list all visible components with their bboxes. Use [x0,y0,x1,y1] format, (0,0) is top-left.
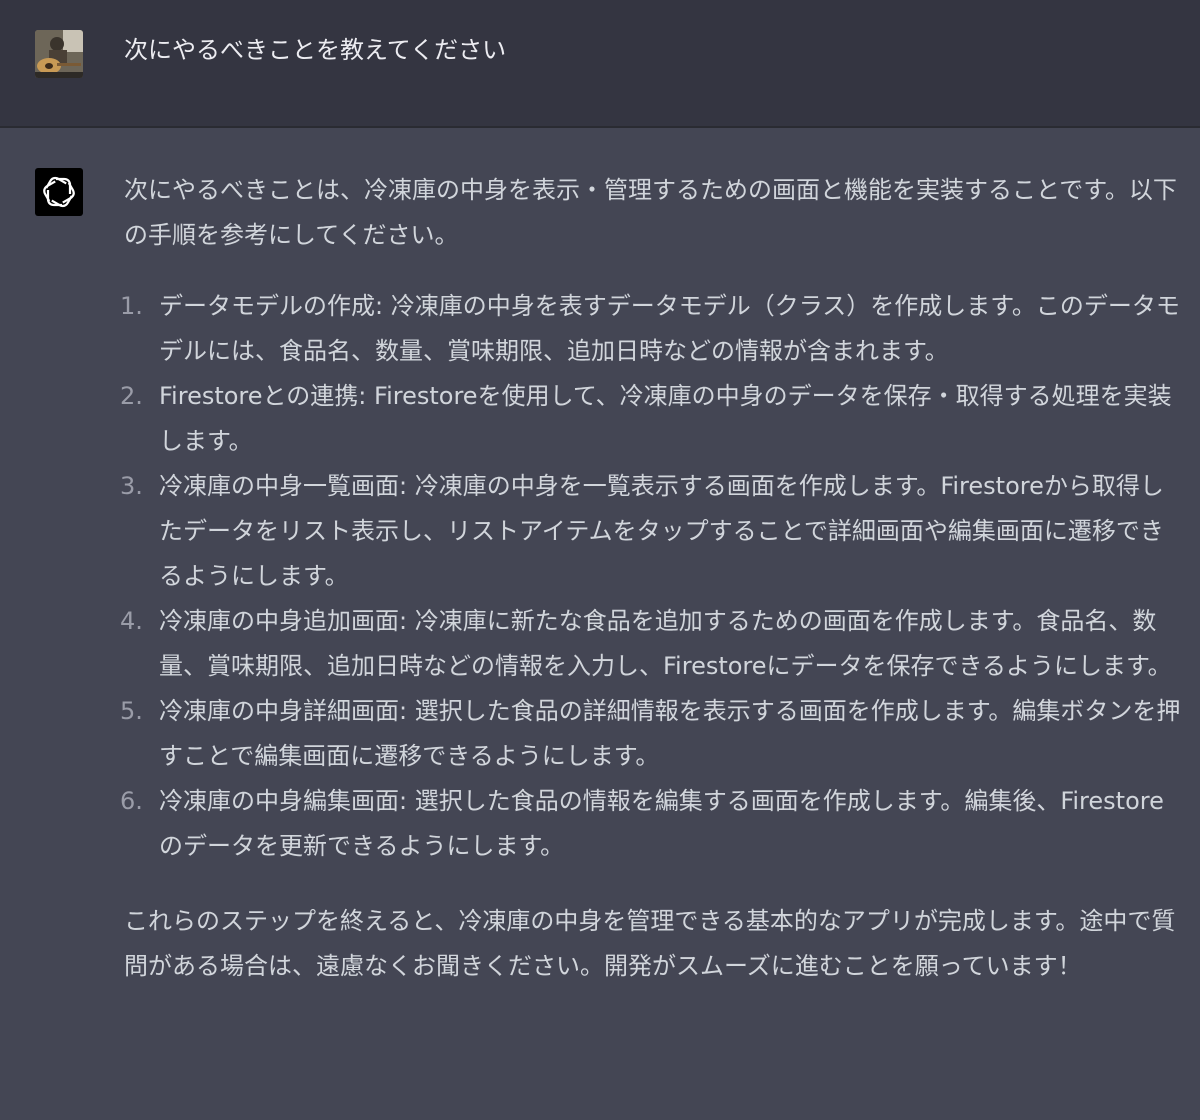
list-number: 4. [120,607,143,635]
list-item: 4. 冷凍庫の中身追加画面: 冷凍庫に新たな食品を追加するための画面を作成します… [120,599,1186,689]
list-number: 5. [120,697,143,725]
list-item: 3. 冷凍庫の中身一覧画面: 冷凍庫の中身を一覧表示する画面を作成します。Fir… [120,464,1186,599]
step-title: 冷凍庫の中身一覧画面: [159,472,408,500]
step-title: データモデルの作成: [159,292,384,320]
list-item: 1. データモデルの作成: 冷凍庫の中身を表すデータモデル（クラス）を作成します… [120,284,1186,374]
list-item: 2. Firestoreとの連携: Firestoreを使用して、冷凍庫の中身の… [120,374,1186,464]
list-item: 5. 冷凍庫の中身詳細画面: 選択した食品の詳細情報を表示する画面を作成します。… [120,689,1186,779]
assistant-message-content: 次にやるべきことは、冷凍庫の中身を表示・管理するための画面と機能を実装することで… [120,168,1186,989]
list-number: 1. [120,292,143,320]
intro-paragraph: 次にやるべきことは、冷凍庫の中身を表示・管理するための画面と機能を実装することで… [124,176,1177,249]
list-item: 6. 冷凍庫の中身編集画面: 選択した食品の情報を編集する画面を作成します。編集… [120,779,1186,869]
user-message-row: 次にやるべきことを教えてください [0,0,1200,128]
assistant-message-row: 次にやるべきことは、冷凍庫の中身を表示・管理するための画面と機能を実装することで… [0,128,1200,1120]
user-message-text: 次にやるべきことを教えてください [124,36,507,64]
user-avatar [35,30,83,78]
openai-logo-icon [35,168,83,216]
step-title: Firestoreとの連携: [159,382,367,410]
closing-paragraph: これらのステップを終えると、冷凍庫の中身を管理できる基本的なアプリが完成します。… [124,907,1176,980]
list-number: 6. [120,787,143,815]
list-number: 2. [120,382,143,410]
list-number: 3. [120,472,143,500]
steps-list: 1. データモデルの作成: 冷凍庫の中身を表すデータモデル（クラス）を作成します… [120,284,1186,869]
step-title: 冷凍庫の中身詳細画面: [159,697,408,725]
step-title: 冷凍庫の中身追加画面: [159,607,408,635]
step-title: 冷凍庫の中身編集画面: [159,787,408,815]
